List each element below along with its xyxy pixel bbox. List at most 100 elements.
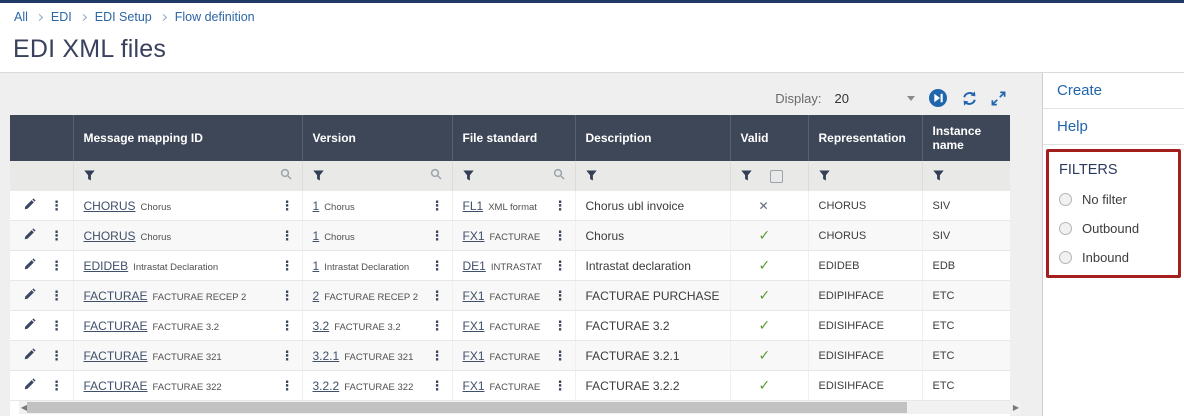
column-header-instance-name[interactable]: Instance name: [922, 115, 1010, 161]
filter-option-inbound[interactable]: Inbound: [1059, 250, 1174, 265]
cell-actions-icon[interactable]: ⋮: [554, 229, 567, 242]
filter-option-no-filter[interactable]: No filter: [1059, 192, 1174, 207]
cell-actions-icon[interactable]: ⋮: [554, 379, 567, 392]
mapping-id-link[interactable]: FACTURAE: [84, 289, 148, 303]
table-row[interactable]: ⋮ FACTURAEFACTURAE 322⋮ 3.2.2FACTURAE 32…: [10, 371, 1010, 401]
file-standard-link[interactable]: FX1: [463, 319, 485, 333]
breadcrumb-item-edi-setup[interactable]: EDI Setup: [95, 10, 152, 24]
go-to-last-page-icon[interactable]: [928, 88, 948, 108]
row-actions-icon[interactable]: ⋮: [50, 259, 63, 272]
row-actions-icon[interactable]: ⋮: [50, 199, 63, 212]
cell-actions-icon[interactable]: ⋮: [554, 319, 567, 332]
row-actions-icon[interactable]: ⋮: [50, 349, 63, 362]
column-header-description[interactable]: Description: [575, 115, 730, 161]
table-row[interactable]: ⋮ FACTURAEFACTURAE RECEP 2⋮ 2FACTURAE RE…: [10, 281, 1010, 311]
table-row[interactable]: ⋮ EDIDEBIntrastat Declaration⋮ 1Intrasta…: [10, 251, 1010, 281]
cell-actions-icon[interactable]: ⋮: [431, 259, 444, 272]
table-row[interactable]: ⋮ CHORUSChorus⋮ 1Chorus⋮ FX1FACTURAE⋮ Ch…: [10, 221, 1010, 251]
refresh-icon[interactable]: [961, 90, 978, 107]
display-count-value[interactable]: 20: [835, 91, 849, 106]
filter-funnel-icon[interactable]: [84, 170, 95, 182]
search-icon[interactable]: [430, 167, 442, 185]
filter-funnel-icon[interactable]: [741, 170, 798, 183]
radio-icon[interactable]: [1059, 251, 1072, 264]
version-link[interactable]: 1: [313, 229, 320, 243]
cell-actions-icon[interactable]: ⋮: [554, 349, 567, 362]
cell-actions-icon[interactable]: ⋮: [554, 289, 567, 302]
version-link[interactable]: 1: [313, 199, 320, 213]
column-header-valid[interactable]: Valid: [730, 115, 808, 161]
mapping-id-link[interactable]: EDIDEB: [84, 259, 129, 273]
cell-actions-icon[interactable]: ⋮: [431, 289, 444, 302]
column-header-file-standard[interactable]: File standard: [452, 115, 575, 161]
version-link[interactable]: 3.2: [313, 319, 330, 333]
filter-funnel-icon[interactable]: [463, 170, 474, 182]
valid-filter-checkbox[interactable]: [770, 170, 783, 183]
breadcrumb-item-flow-definition[interactable]: Flow definition: [175, 10, 255, 24]
column-header-representation[interactable]: Representation: [808, 115, 922, 161]
file-standard-link[interactable]: FL1: [463, 199, 484, 213]
cell-actions-icon[interactable]: ⋮: [281, 379, 294, 392]
table-row[interactable]: ⋮ CHORUSChorus⋮ 1Chorus⋮ FL1XML format⋮ …: [10, 191, 1010, 221]
edit-icon[interactable]: [23, 257, 37, 274]
radio-icon[interactable]: [1059, 222, 1072, 235]
scrollbar-thumb[interactable]: [27, 402, 907, 413]
cell-actions-icon[interactable]: ⋮: [281, 199, 294, 212]
cell-actions-icon[interactable]: ⋮: [554, 199, 567, 212]
search-icon[interactable]: [280, 167, 292, 185]
version-link[interactable]: 3.2.1: [313, 349, 340, 363]
mapping-id-link[interactable]: FACTURAE: [84, 319, 148, 333]
edit-icon[interactable]: [23, 317, 37, 334]
mapping-id-link[interactable]: FACTURAE: [84, 379, 148, 393]
row-actions-icon[interactable]: ⋮: [50, 379, 63, 392]
cell-actions-icon[interactable]: ⋮: [431, 229, 444, 242]
display-dropdown-caret-icon[interactable]: [907, 96, 915, 101]
table-row[interactable]: ⋮ FACTURAEFACTURAE 3.2⋮ 3.2FACTURAE 3.2⋮…: [10, 311, 1010, 341]
horizontal-scrollbar[interactable]: ◀ ▶: [19, 401, 1021, 414]
row-actions-icon[interactable]: ⋮: [50, 289, 63, 302]
cell-actions-icon[interactable]: ⋮: [431, 319, 444, 332]
edit-icon[interactable]: [23, 227, 37, 244]
create-button[interactable]: Create: [1043, 73, 1184, 109]
cell-actions-icon[interactable]: ⋮: [281, 289, 294, 302]
file-standard-link[interactable]: FX1: [463, 289, 485, 303]
file-standard-link[interactable]: FX1: [463, 349, 485, 363]
version-link[interactable]: 1: [313, 259, 320, 273]
scroll-right-arrow-icon[interactable]: ▶: [1011, 401, 1021, 414]
table-row[interactable]: ⋮ FACTURAEFACTURAE 321⋮ 3.2.1FACTURAE 32…: [10, 341, 1010, 371]
filter-funnel-icon[interactable]: [313, 170, 324, 182]
edit-icon[interactable]: [23, 347, 37, 364]
cell-actions-icon[interactable]: ⋮: [281, 229, 294, 242]
cell-actions-icon[interactable]: ⋮: [281, 349, 294, 362]
filter-funnel-icon[interactable]: [933, 170, 1001, 182]
cell-actions-icon[interactable]: ⋮: [431, 379, 444, 392]
mapping-id-link[interactable]: FACTURAE: [84, 349, 148, 363]
mapping-id-link[interactable]: CHORUS: [84, 199, 136, 213]
search-icon[interactable]: [553, 167, 565, 185]
version-link[interactable]: 2: [313, 289, 320, 303]
mapping-id-link[interactable]: CHORUS: [84, 229, 136, 243]
help-button[interactable]: Help: [1043, 109, 1184, 145]
breadcrumb-item-all[interactable]: All: [14, 10, 28, 24]
file-standard-link[interactable]: FX1: [463, 229, 485, 243]
cell-actions-icon[interactable]: ⋮: [281, 259, 294, 272]
cell-actions-icon[interactable]: ⋮: [431, 349, 444, 362]
edit-icon[interactable]: [23, 197, 37, 214]
filter-option-outbound[interactable]: Outbound: [1059, 221, 1174, 236]
fullscreen-expand-icon[interactable]: [991, 91, 1006, 106]
edit-icon[interactable]: [23, 377, 37, 394]
version-link[interactable]: 3.2.2: [313, 379, 340, 393]
file-standard-link[interactable]: DE1: [463, 259, 486, 273]
column-header-version[interactable]: Version: [302, 115, 452, 161]
file-standard-link[interactable]: FX1: [463, 379, 485, 393]
filter-funnel-icon[interactable]: [586, 170, 720, 182]
cell-actions-icon[interactable]: ⋮: [431, 199, 444, 212]
cell-actions-icon[interactable]: ⋮: [281, 319, 294, 332]
filter-funnel-icon[interactable]: [819, 170, 912, 182]
breadcrumb-item-edi[interactable]: EDI: [51, 10, 72, 24]
row-actions-icon[interactable]: ⋮: [50, 319, 63, 332]
column-header-message-mapping-id[interactable]: Message mapping ID: [73, 115, 302, 161]
radio-icon[interactable]: [1059, 193, 1072, 206]
cell-actions-icon[interactable]: ⋮: [554, 259, 567, 272]
edit-icon[interactable]: [23, 287, 37, 304]
